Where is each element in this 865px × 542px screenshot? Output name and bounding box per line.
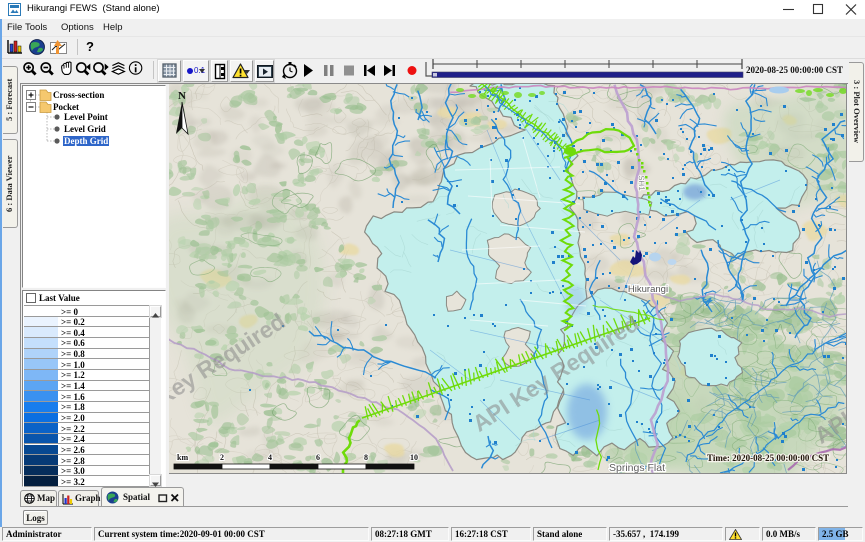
svg-text:2: 2: [220, 453, 224, 462]
svg-text:km: km: [177, 453, 188, 462]
svg-text:N: N: [178, 90, 186, 102]
svg-text:4: 4: [268, 453, 272, 462]
svg-text:Hikurangi: Hikurangi: [628, 284, 668, 295]
svg-text:8: 8: [364, 453, 368, 462]
svg-text:6: 6: [316, 453, 320, 462]
svg-text:Springs Flat: Springs Flat: [609, 462, 665, 473]
svg-text:10: 10: [410, 453, 418, 462]
svg-text:SH1: SH1: [637, 175, 647, 191]
svg-text:Time: 2020-08-25 00:00:00 CST: Time: 2020-08-25 00:00:00 CST: [707, 453, 829, 463]
